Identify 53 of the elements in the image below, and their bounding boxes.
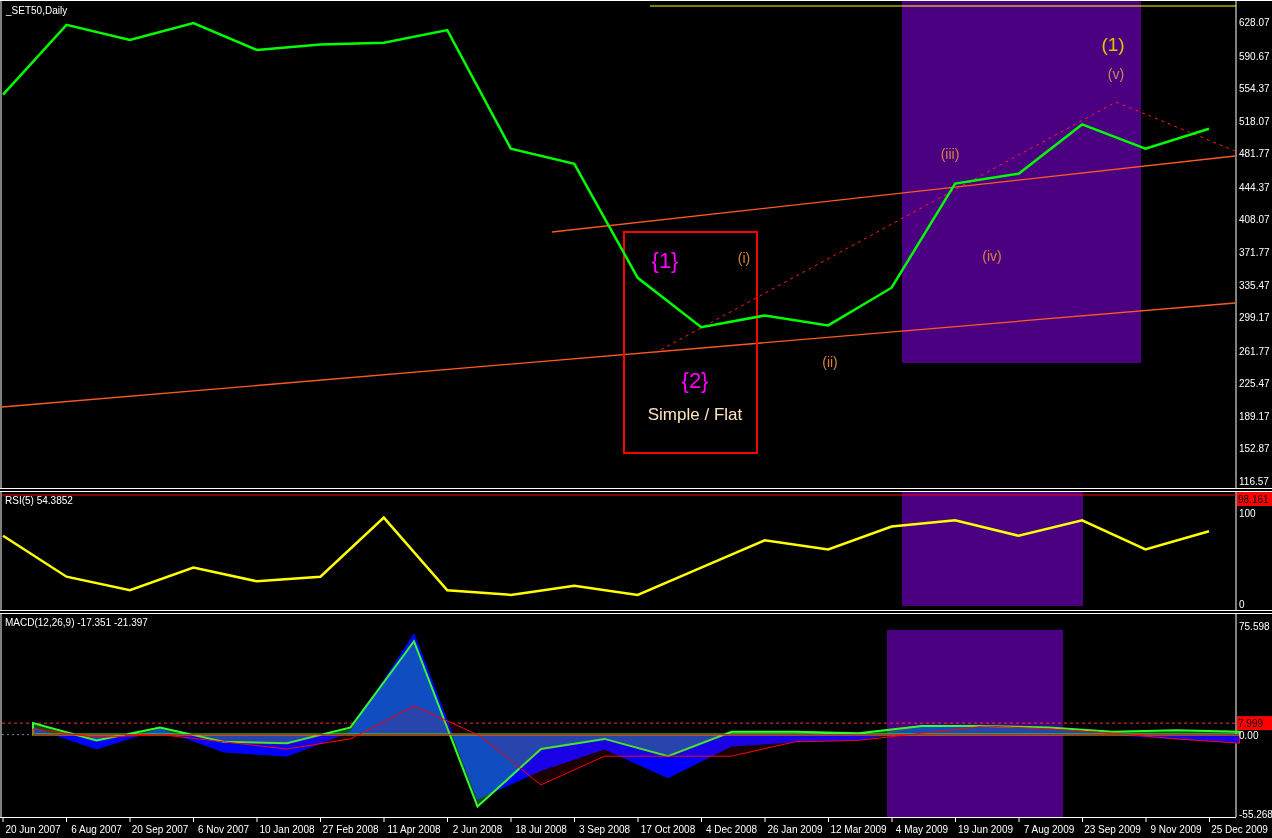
chart-title: _SET50,Daily [6, 5, 68, 16]
axis-label: 225.47 [1239, 378, 1270, 390]
date-label: 7 Aug 2009 [1023, 824, 1075, 835]
date-label: 27 Feb 2008 [322, 824, 379, 835]
axis-label: -55.268 [1239, 809, 1272, 820]
wave-label: (iv) [982, 248, 1002, 264]
date-label: 3 Sep 2008 [578, 824, 631, 835]
axis-label: 299.17 [1239, 312, 1270, 324]
date-label: 19 Jun 2009 [957, 824, 1014, 835]
axis-label: 371.77 [1239, 247, 1270, 258]
wave-label: {2} [681, 368, 709, 393]
axis-label: 75.598 [1239, 621, 1270, 632]
wave-label: (ii) [822, 354, 838, 370]
date-label: 26 Jan 2009 [767, 824, 823, 835]
axis-label: 335.47 [1239, 279, 1270, 291]
axis-label: 0 [1239, 599, 1245, 610]
axis-label: 189.17 [1239, 410, 1270, 422]
indicator-title: MACD(12,26,9) -17.351 -21.397 [5, 617, 148, 628]
date-label: 20 Jun 2007 [5, 824, 61, 835]
axis-label: 408.07 [1239, 214, 1270, 226]
axis-label: 554.37 [1239, 83, 1270, 95]
date-label: 10 Jan 2008 [259, 824, 315, 835]
axis-label: 152.87 [1239, 443, 1270, 455]
date-label: 23 Sep 2009 [1084, 824, 1141, 835]
axis-label: 518.07 [1239, 115, 1270, 127]
axis-label: 116.57 [1239, 476, 1269, 487]
date-label: 4 May 2009 [895, 824, 949, 835]
axis-label: 590.67 [1239, 50, 1270, 62]
date-label: 2 Jun 2008 [452, 824, 503, 835]
wave-label: (1) [1101, 34, 1125, 55]
axis-label: 261.77 [1239, 345, 1270, 357]
wave-label: (iii) [940, 146, 960, 162]
date-label: 12 Mar 2009 [830, 824, 887, 835]
date-label: 4 Dec 2008 [705, 824, 758, 835]
axis-label: 628.07 [1239, 17, 1270, 28]
wave-label: (i) [737, 250, 751, 266]
date-label: 17 Oct 2008 [640, 824, 696, 835]
date-label: 20 Sep 2007 [131, 824, 189, 835]
value-tag: 7.999 [1237, 716, 1272, 731]
axis-label: 444.37 [1239, 181, 1270, 193]
wave-label: {1} [651, 248, 679, 273]
date-label: 6 Nov 2007 [197, 824, 250, 835]
value-tag: 98.161 [1237, 492, 1272, 506]
date-label: 11 Apr 2008 [387, 824, 441, 835]
indicator-title: RSI(5) 54.3852 [5, 495, 73, 506]
axis-label: 100 [1239, 508, 1256, 519]
date-label: 25 Dec 2009 [1211, 824, 1268, 835]
axis-label: 481.77 [1239, 148, 1270, 160]
wave-label: (v) [1107, 66, 1125, 82]
date-label: 18 Jul 2008 [515, 824, 567, 835]
date-label: 6 Aug 2007 [71, 824, 122, 835]
date-label: 9 Nov 2009 [1150, 824, 1202, 835]
wave-label: Simple / Flat [647, 405, 743, 424]
